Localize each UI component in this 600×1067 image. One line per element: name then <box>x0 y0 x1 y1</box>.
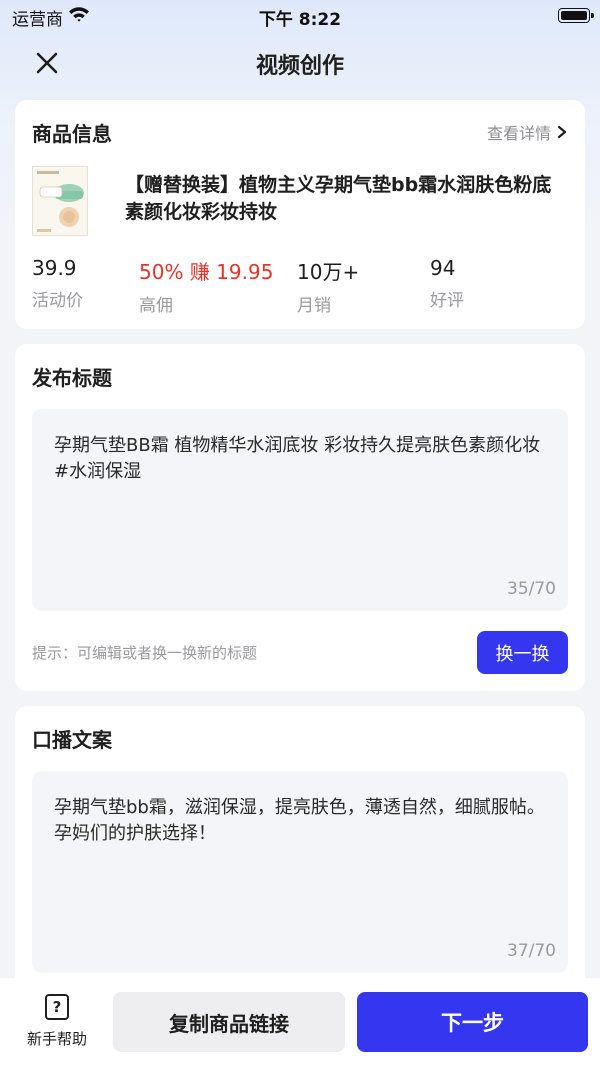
chevron-right-icon <box>557 125 567 139</box>
script-text[interactable]: 孕期气垫bb霜，滋润保湿，提亮肤色，薄透自然，细腻服帖。孕妈们的护肤选择！ <box>54 795 546 847</box>
stat-rating-label: 好评 <box>430 291 464 311</box>
title-hint: 提示：可编辑或者换一换新的标题 <box>32 644 258 662</box>
title-text[interactable]: 孕期气垫BB霜 植物精华水润底妆 彩妆持久提亮肤色素颜化妆#水润保湿 <box>54 433 546 485</box>
help-button[interactable]: ? 新手帮助 <box>22 994 92 1049</box>
next-step-button[interactable]: 下一步 <box>357 992 588 1052</box>
title-char-counter: 35/70 <box>507 579 556 599</box>
script-char-counter: 37/70 <box>507 941 556 961</box>
publish-title-card: 发布标题 孕期气垫BB霜 植物精华水润底妆 彩妆持久提亮肤色素颜化妆#水润保湿 … <box>15 344 585 691</box>
question-icon: ? <box>45 994 69 1020</box>
nav-bar: 视频创作 <box>0 38 600 86</box>
stat-price-label: 活动价 <box>32 291 83 311</box>
status-bar: 运营商 下午 8:22 <box>0 0 600 32</box>
stat-rating-value: 94 <box>430 256 456 280</box>
product-title: 【赠替换装】植物主义孕期气垫bb霜水润肤色粉底素颜化妆彩妆持妆 <box>125 174 552 223</box>
stat-price: 39.9 活动价 <box>32 256 83 311</box>
help-label: 新手帮助 <box>26 1030 87 1048</box>
view-details-link[interactable]: 查看详情 <box>487 120 567 144</box>
page-title: 视频创作 <box>255 54 344 79</box>
stat-rating: 94 好评 <box>430 256 464 311</box>
product-section-title: 商品信息 <box>32 122 112 146</box>
script-section-title: 口播文案 <box>32 728 112 752</box>
stat-monthly-sales: 10万+ 月销 <box>297 256 359 316</box>
clock: 下午 8:22 <box>258 10 342 30</box>
swap-title-button[interactable]: 换一换 <box>477 631 568 674</box>
product-info-card: 商品信息 查看详情 【赠替换装】植物主义孕期气垫bb霜水润肤色粉底素颜化妆彩妆持… <box>15 100 585 329</box>
stat-commission: 50% 赚 19.95 高佣 <box>139 256 273 316</box>
publish-title-section-title: 发布标题 <box>32 366 112 390</box>
bottom-action-bar: ? 新手帮助 复制商品链接 下一步 <box>0 978 600 1067</box>
product-thumbnail[interactable] <box>32 166 88 236</box>
stat-monthly-sales-value: 10万+ <box>297 260 360 284</box>
title-textarea[interactable]: 孕期气垫BB霜 植物精华水润底妆 彩妆持久提亮肤色素颜化妆#水润保湿 35/70 <box>32 409 568 611</box>
stat-commission-label: 高佣 <box>139 296 173 316</box>
battery-icon <box>558 8 594 23</box>
stat-commission-value: 50% 赚 19.95 <box>139 260 274 284</box>
stat-monthly-sales-label: 月销 <box>297 296 331 316</box>
voiceover-script-card: 口播文案 孕期气垫bb霜，滋润保湿，提亮肤色，薄透自然，细腻服帖。孕妈们的护肤选… <box>15 706 585 996</box>
script-textarea[interactable]: 孕期气垫bb霜，滋润保湿，提亮肤色，薄透自然，细腻服帖。孕妈们的护肤选择！ 37… <box>32 771 568 973</box>
view-details-label: 查看详情 <box>486 124 551 143</box>
copy-product-link-button[interactable]: 复制商品链接 <box>113 992 345 1052</box>
stat-price-value: 39.9 <box>32 256 77 280</box>
